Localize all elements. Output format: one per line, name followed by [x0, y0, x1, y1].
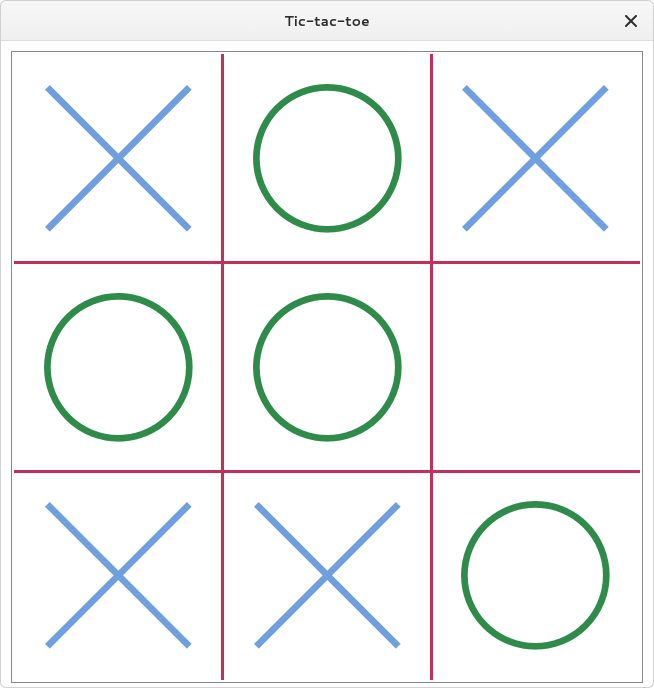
cell-1-1[interactable]	[223, 263, 432, 472]
titlebar: Tic-tac-toe	[1, 1, 653, 41]
cell-0-0[interactable]	[14, 54, 223, 263]
o-mark-icon	[431, 471, 640, 680]
cell-1-0[interactable]	[14, 263, 223, 472]
game-board	[14, 54, 640, 680]
o-mark-icon	[223, 263, 432, 472]
cell-2-1[interactable]	[223, 471, 432, 680]
window-title: Tic-tac-toe	[284, 11, 369, 31]
o-mark-icon	[14, 263, 223, 472]
board-frame	[11, 51, 643, 683]
cell-1-2[interactable]	[431, 263, 640, 472]
cell-2-0[interactable]	[14, 471, 223, 680]
app-window: Tic-tac-toe	[0, 0, 654, 688]
cell-2-2[interactable]	[431, 471, 640, 680]
close-icon	[625, 15, 637, 27]
x-mark-icon	[431, 54, 640, 263]
cell-0-2[interactable]	[431, 54, 640, 263]
cell-0-1[interactable]	[223, 54, 432, 263]
o-mark-icon	[223, 54, 432, 263]
x-mark-icon	[14, 471, 223, 680]
client-area	[1, 41, 653, 688]
close-button[interactable]	[619, 9, 643, 33]
x-mark-icon	[223, 471, 432, 680]
x-mark-icon	[14, 54, 223, 263]
